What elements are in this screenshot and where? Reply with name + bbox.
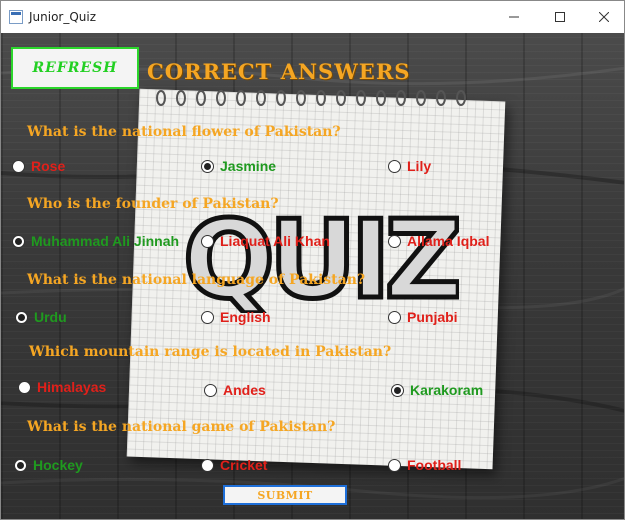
option-label: Andes xyxy=(223,382,266,398)
app-icon xyxy=(9,10,23,24)
submit-button-label: SUBMIT xyxy=(257,488,313,502)
submit-button[interactable]: SUBMIT xyxy=(223,485,347,505)
q1-option-rose[interactable]: Rose xyxy=(12,157,65,175)
question-2-text: Who is the founder of Pakistan? xyxy=(27,196,279,212)
radio-button-unchecked-icon[interactable] xyxy=(204,383,217,397)
question-1-text: What is the national flower of Pakistan? xyxy=(27,124,341,140)
q4-option-himalayas[interactable]: Himalayas xyxy=(18,378,106,396)
q3-option-punjabi[interactable]: Punjabi xyxy=(388,308,458,326)
q4-option-andes[interactable]: Andes xyxy=(204,381,266,399)
option-label: Muhammad Ali Jinnah xyxy=(31,233,180,249)
option-label: Football xyxy=(407,457,462,473)
option-label: Allama Iqbal xyxy=(407,233,490,249)
radio-button-unchecked-icon[interactable] xyxy=(201,310,214,324)
refresh-button[interactable]: REFRESH xyxy=(11,47,139,89)
radio-button-unchecked-icon[interactable] xyxy=(12,159,25,173)
option-label: Hockey xyxy=(33,457,83,473)
radio-button-unchecked-icon[interactable] xyxy=(388,310,401,324)
radio-button-unchecked-icon[interactable] xyxy=(388,458,401,472)
q3-option-urdu[interactable]: Urdu xyxy=(15,308,67,326)
question-5-text: What is the national game of Pakistan? xyxy=(27,419,336,435)
q2-option-liaquat[interactable]: Liaquat Ali Khan xyxy=(201,232,330,250)
radio-button-checked-icon[interactable] xyxy=(391,383,404,397)
q5-option-football[interactable]: Football xyxy=(388,456,461,474)
question-4-text: Which mountain range is located in Pakis… xyxy=(29,344,392,360)
option-label: Cricket xyxy=(220,457,268,473)
option-label: Himalayas xyxy=(37,379,107,395)
radio-button-unchecked-icon[interactable] xyxy=(18,380,31,394)
radio-button-unchecked-icon[interactable] xyxy=(388,234,401,248)
radio-button-unchecked-icon[interactable] xyxy=(388,159,401,173)
minimize-icon xyxy=(509,16,519,18)
q1-option-jasmine[interactable]: Jasmine xyxy=(201,157,276,175)
maximize-icon xyxy=(555,12,565,22)
q1-option-lily[interactable]: Lily xyxy=(388,157,431,175)
option-label: Liaquat Ali Khan xyxy=(220,233,330,249)
radio-button-unchecked-icon[interactable] xyxy=(201,458,214,472)
option-label: Urdu xyxy=(34,309,67,325)
radio-button-unchecked-icon[interactable] xyxy=(201,234,214,248)
q4-option-karakoram[interactable]: Karakoram xyxy=(391,381,483,399)
quiz-window: Junior_Quiz QUIZ REFRESH CORRECT ANSWERS… xyxy=(0,0,625,520)
q2-option-jinnah[interactable]: Muhammad Ali Jinnah xyxy=(12,232,179,250)
radio-button-checked-icon[interactable] xyxy=(14,458,27,472)
option-label: Lily xyxy=(407,158,432,174)
correct-answers-heading: CORRECT ANSWERS xyxy=(147,59,411,84)
q2-option-iqbal[interactable]: Allama Iqbal xyxy=(388,232,489,250)
radio-button-checked-icon[interactable] xyxy=(15,310,28,324)
close-icon xyxy=(599,12,609,22)
form-client-area: QUIZ REFRESH CORRECT ANSWERS What is the… xyxy=(1,33,624,519)
option-label: Rose xyxy=(31,158,66,174)
q5-option-cricket[interactable]: Cricket xyxy=(201,456,267,474)
radio-button-checked-icon[interactable] xyxy=(201,159,214,173)
option-label: Punjabi xyxy=(407,309,458,325)
option-label: Karakoram xyxy=(410,382,484,398)
q5-option-hockey[interactable]: Hockey xyxy=(14,456,83,474)
radio-button-checked-icon[interactable] xyxy=(12,234,25,248)
close-button[interactable] xyxy=(581,1,624,33)
maximize-button[interactable] xyxy=(537,1,583,33)
option-label: Jasmine xyxy=(220,158,277,174)
svg-text:QUIZ: QUIZ xyxy=(183,198,459,313)
minimize-button[interactable] xyxy=(491,1,537,33)
option-label: English xyxy=(220,309,271,325)
refresh-button-label: REFRESH xyxy=(32,60,118,76)
question-3-text: What is the national language of Pakista… xyxy=(27,272,366,288)
spiral-binding xyxy=(156,90,466,106)
q3-option-english[interactable]: English xyxy=(201,308,271,326)
window-title: Junior_Quiz xyxy=(29,10,97,24)
title-bar: Junior_Quiz xyxy=(1,1,624,33)
